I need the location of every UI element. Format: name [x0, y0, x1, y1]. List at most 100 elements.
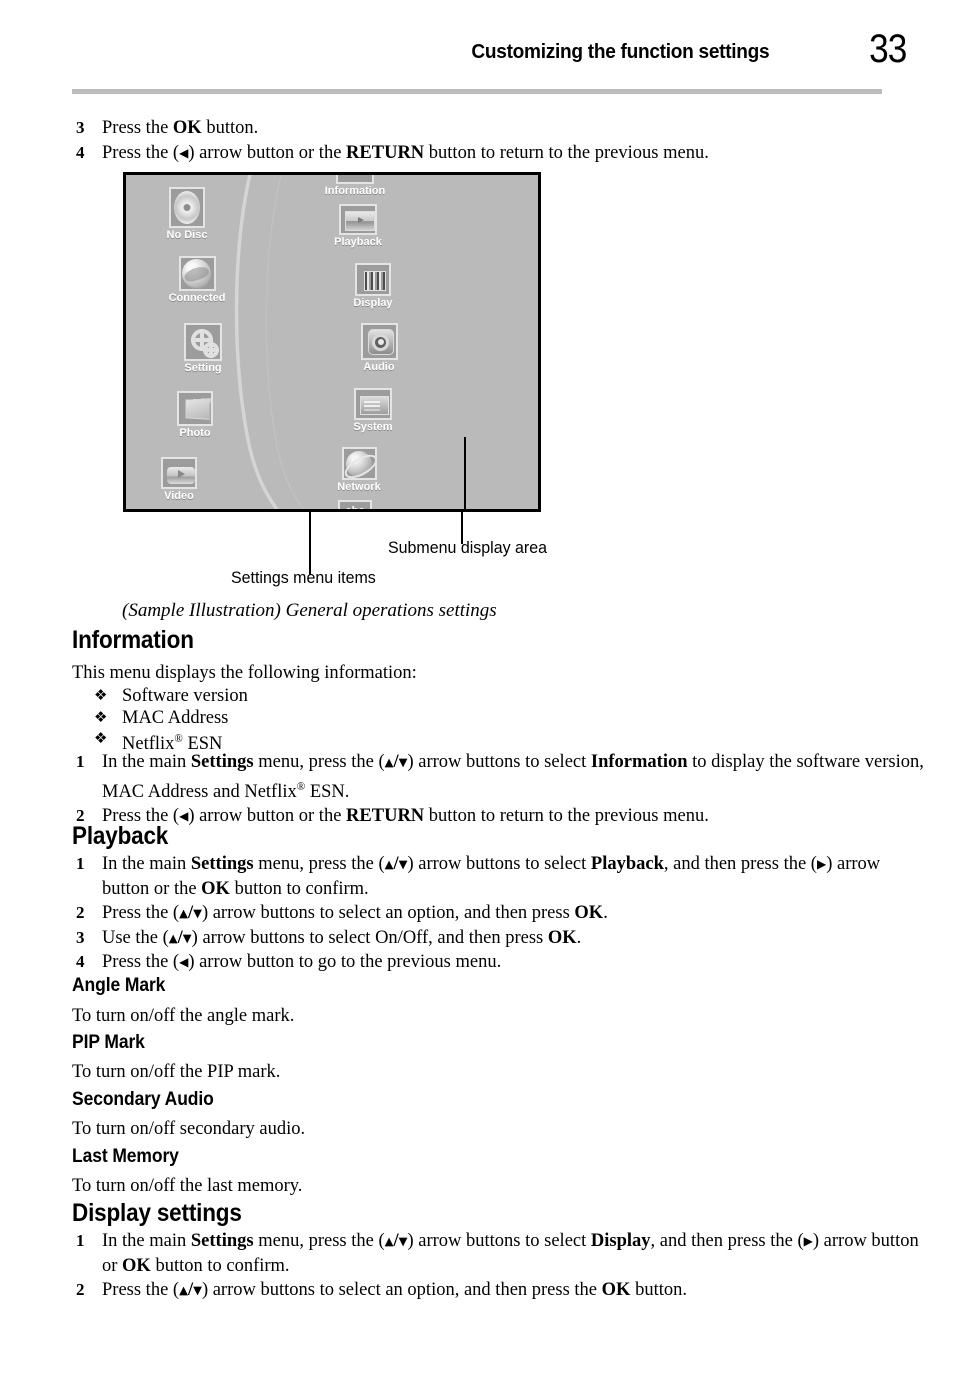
network-icon	[341, 447, 377, 480]
illustration-caption: (Sample Illustration) General operations…	[122, 600, 497, 621]
video-icon	[161, 457, 197, 489]
settings-menu-illustration: No Disc Connected Setting Photo Video In…	[123, 172, 541, 512]
step-text: Press the (◀) arrow button or the RETURN…	[102, 142, 709, 163]
top-step-list: 3 Press the OK button. 4 Press the (◀) a…	[72, 116, 922, 165]
gears-icon	[184, 323, 222, 361]
information-icon	[336, 175, 374, 184]
callout-submenu-display-area: Submenu display area	[388, 538, 548, 557]
header-divider	[72, 89, 882, 94]
menu-item-label: No Disc	[166, 229, 208, 241]
menu-item-label: Photo	[179, 427, 211, 439]
step-text: Use the (▲/▼) arrow buttons to select On…	[102, 927, 582, 948]
disc-icon	[169, 187, 205, 228]
abc-icon-label: abc	[345, 505, 365, 512]
subsection-body-angle-mark: To turn on/off the angle mark.	[72, 1006, 295, 1026]
step-item: 3 Press the OK button.	[72, 116, 922, 141]
step-item: 2 Press the (▲/▼) arrow buttons to selec…	[72, 1278, 924, 1303]
display-settings-step-list: 1 In the main Settings menu, press the (…	[72, 1229, 924, 1303]
page-number: 33	[868, 27, 907, 71]
submenu-leader-line-inner	[464, 437, 466, 509]
subsection-heading-angle-mark: Angle Mark	[72, 975, 166, 996]
menu-item-connected[interactable]: Connected	[142, 256, 252, 305]
section-heading-playback: Playback	[72, 822, 169, 850]
menu-item-label: System	[353, 421, 393, 433]
menu-item-abc[interactable]: abc	[300, 500, 410, 512]
subsection-body-last-memory: To turn on/off the last memory.	[72, 1176, 303, 1196]
menu-item-label: Display	[353, 297, 393, 309]
step-number: 1	[76, 1231, 85, 1250]
globe-icon	[178, 256, 216, 291]
step-text: Press the (▲/▼) arrow buttons to select …	[102, 903, 608, 923]
step-number: 2	[76, 1280, 85, 1299]
diamond-bullet-icon: ❖	[94, 686, 108, 704]
menu-item-setting[interactable]: Setting	[148, 323, 258, 375]
step-text: In the main Settings menu, press the (▲/…	[102, 1231, 919, 1276]
step-text: Press the (▲/▼) arrow buttons to select …	[102, 1280, 687, 1300]
subsection-body-secondary-audio: To turn on/off secondary audio.	[72, 1119, 306, 1139]
step-item: 4 Press the (◀) arrow button or the RETU…	[72, 141, 922, 166]
settings-menu-leader-line	[309, 512, 311, 575]
subsection-heading-pip-mark: PIP Mark	[72, 1032, 145, 1053]
list-item: ❖ Software version	[72, 686, 672, 708]
menu-item-label: Audio	[363, 361, 395, 373]
section-heading-display-settings: Display settings	[72, 1199, 242, 1227]
menu-item-network[interactable]: Network	[304, 447, 414, 494]
menu-item-label: Setting	[184, 362, 222, 374]
step-item: 3 Use the (▲/▼) arrow buttons to select …	[72, 926, 924, 951]
step-item: 4 Press the (◀) arrow button to go to th…	[72, 950, 924, 975]
page-title: Customizing the function settings	[471, 40, 769, 63]
callout-settings-menu-items: Settings menu items	[231, 568, 376, 587]
audio-icon	[360, 323, 398, 360]
subsection-heading-secondary-audio: Secondary Audio	[72, 1089, 214, 1110]
diamond-bullet-icon: ❖	[94, 729, 108, 747]
step-item: 1 In the main Settings menu, press the (…	[72, 852, 924, 901]
page-header: Customizing the function settings 33	[0, 0, 954, 95]
menu-item-label: Connected	[168, 292, 226, 304]
step-number: 4	[76, 142, 85, 162]
information-intro: This menu displays the following informa…	[72, 663, 417, 683]
step-number: 2	[76, 903, 85, 922]
information-step-list: 1 In the main Settings menu, press the (…	[72, 750, 924, 829]
menu-item-label: Information	[324, 185, 386, 197]
step-number: 3	[76, 927, 85, 947]
list-item: ❖ MAC Address	[72, 708, 672, 730]
diamond-bullet-icon: ❖	[94, 707, 108, 726]
step-text: Press the (◀) arrow button to go to the …	[102, 952, 502, 972]
menu-item-audio[interactable]: Audio	[324, 323, 434, 374]
step-number: 1	[76, 752, 85, 771]
step-text: In the main Settings menu, press the (▲/…	[102, 854, 881, 899]
step-item: 2 Press the (◀) arrow button or the RETU…	[72, 804, 924, 829]
menu-item-label: Video	[164, 490, 194, 502]
abc-icon: abc	[338, 500, 372, 512]
section-heading-information: Information	[72, 626, 194, 654]
settings-menu-right-column: Information Playback Display Audio Syste	[276, 175, 428, 512]
step-text: In the main Settings menu, press the (▲/…	[102, 752, 924, 802]
step-item: 1 In the main Settings menu, press the (…	[72, 1229, 924, 1278]
menu-item-photo[interactable]: Photo	[140, 391, 250, 440]
photo-icon	[177, 391, 213, 426]
menu-item-playback[interactable]: Playback	[303, 204, 413, 249]
menu-item-label: Network	[337, 481, 381, 493]
subsection-body-pip-mark: To turn on/off the PIP mark.	[72, 1062, 281, 1082]
step-number: 1	[76, 854, 85, 873]
step-number: 3	[76, 118, 85, 137]
menu-item-label: Playback	[334, 236, 382, 248]
display-icon	[355, 263, 391, 296]
menu-item-display[interactable]: Display	[318, 263, 428, 310]
system-icon	[354, 388, 392, 420]
menu-item-information[interactable]: Information	[300, 175, 410, 198]
playback-icon	[339, 204, 377, 235]
step-number: 4	[76, 952, 85, 971]
step-text: Press the (◀) arrow button or the RETURN…	[102, 806, 709, 827]
subsection-heading-last-memory: Last Memory	[72, 1146, 179, 1167]
list-item-label: Software version	[122, 686, 248, 706]
menu-item-video[interactable]: Video	[126, 457, 234, 503]
menu-item-no-disc[interactable]: No Disc	[132, 187, 242, 242]
menu-item-system[interactable]: System	[318, 388, 428, 434]
list-item-label: MAC Address	[122, 707, 229, 728]
settings-menu-left-column: No Disc Connected Setting Photo Video	[126, 175, 266, 509]
step-text: Press the OK button.	[102, 118, 259, 138]
step-item: 1 In the main Settings menu, press the (…	[72, 750, 924, 804]
playback-step-list: 1 In the main Settings menu, press the (…	[72, 852, 924, 975]
step-item: 2 Press the (▲/▼) arrow buttons to selec…	[72, 901, 924, 926]
